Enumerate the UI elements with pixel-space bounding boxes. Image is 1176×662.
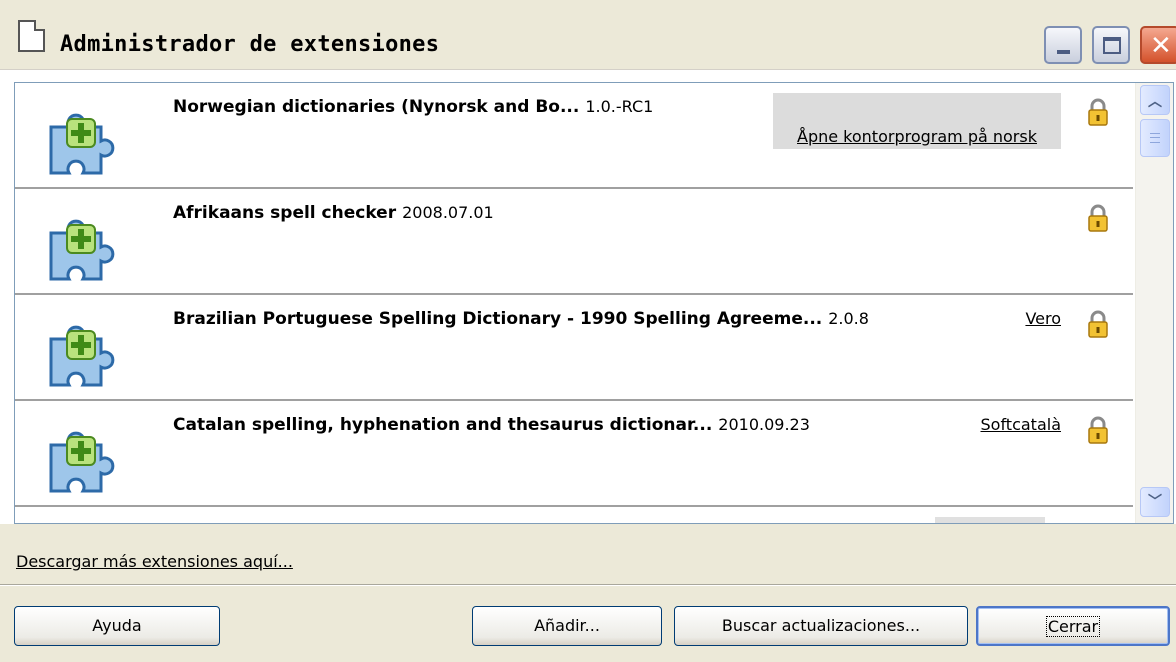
extension-info: Catalan spelling, hyphenation and thesau… xyxy=(173,415,810,435)
chevron-up-icon: ︿ xyxy=(1148,94,1162,110)
lock-icon xyxy=(1087,309,1109,339)
puzzle-piece-icon xyxy=(47,217,119,283)
vertical-scrollbar[interactable]: ︿ ﹀ xyxy=(1135,83,1173,523)
list-item[interactable]: Brazilian Portuguese Spelling Dictionary… xyxy=(15,295,1133,401)
puzzle-piece-icon xyxy=(47,111,119,177)
list-item[interactable]: Norwegian dictionaries (Nynorsk and Bo..… xyxy=(15,83,1133,189)
puzzle-piece-icon xyxy=(47,429,119,495)
publisher-link[interactable]: Softcatalà xyxy=(981,415,1062,434)
list-item[interactable]: Catalan spelling, hyphenation and thesau… xyxy=(15,401,1133,507)
close-icon: ✕ xyxy=(1150,31,1172,61)
extension-version: 2008.07.01 xyxy=(402,203,494,222)
extension-name: Catalan spelling, hyphenation and thesau… xyxy=(173,415,713,435)
extension-list[interactable]: Norwegian dictionaries (Nynorsk and Bo..… xyxy=(14,82,1174,524)
close-window-button[interactable]: ✕ xyxy=(1140,26,1176,64)
document-icon xyxy=(18,20,45,52)
footer-divider xyxy=(0,584,1176,586)
title-bar: Administrador de extensiones ✕ xyxy=(0,0,1176,70)
publisher-link[interactable]: Vero xyxy=(1025,309,1061,328)
list-item[interactable]: Afrikaans spell checker 2008.07.01 xyxy=(15,189,1133,295)
minimize-icon xyxy=(1057,50,1070,54)
scroll-up-button[interactable]: ︿ xyxy=(1140,85,1170,115)
window-title: Administrador de extensiones xyxy=(60,32,440,57)
puzzle-piece-icon xyxy=(47,323,119,389)
extension-name: Brazilian Portuguese Spelling Dictionary… xyxy=(173,309,823,329)
extension-version: 2010.09.23 xyxy=(718,415,810,434)
scroll-thumb[interactable] xyxy=(1140,119,1170,157)
list-item-partial xyxy=(15,509,1133,523)
extension-version: 1.0.-RC1 xyxy=(585,97,654,116)
lock-icon xyxy=(1087,97,1109,127)
help-button[interactable]: Ayuda xyxy=(14,606,220,646)
check-updates-button[interactable]: Buscar actualizaciones... xyxy=(674,606,968,646)
scroll-down-button[interactable]: ﹀ xyxy=(1140,487,1170,517)
add-button[interactable]: Añadir... xyxy=(472,606,662,646)
maximize-button[interactable] xyxy=(1092,26,1130,64)
extension-name: Norwegian dictionaries (Nynorsk and Bo..… xyxy=(173,97,580,117)
extension-info: Norwegian dictionaries (Nynorsk and Bo..… xyxy=(173,97,653,117)
download-more-link[interactable]: Descargar más extensiones aquí... xyxy=(16,552,293,571)
grip-icon xyxy=(1150,133,1160,143)
extension-info: Brazilian Portuguese Spelling Dictionary… xyxy=(173,309,869,329)
minimize-button[interactable] xyxy=(1044,26,1082,64)
maximize-icon xyxy=(1103,37,1121,54)
extension-version: 2.0.8 xyxy=(828,309,869,328)
dialog-footer: Descargar más extensiones aquí... Ayuda … xyxy=(0,524,1176,662)
lock-icon xyxy=(1087,415,1109,445)
extension-name: Afrikaans spell checker xyxy=(173,203,397,223)
chevron-down-icon: ﹀ xyxy=(1148,494,1162,510)
publisher-link[interactable]: Åpne kontorprogram på norsk xyxy=(773,93,1061,149)
lock-icon xyxy=(1087,203,1109,233)
extension-info: Afrikaans spell checker 2008.07.01 xyxy=(173,203,494,223)
close-button[interactable]: Cerrar xyxy=(976,606,1170,646)
